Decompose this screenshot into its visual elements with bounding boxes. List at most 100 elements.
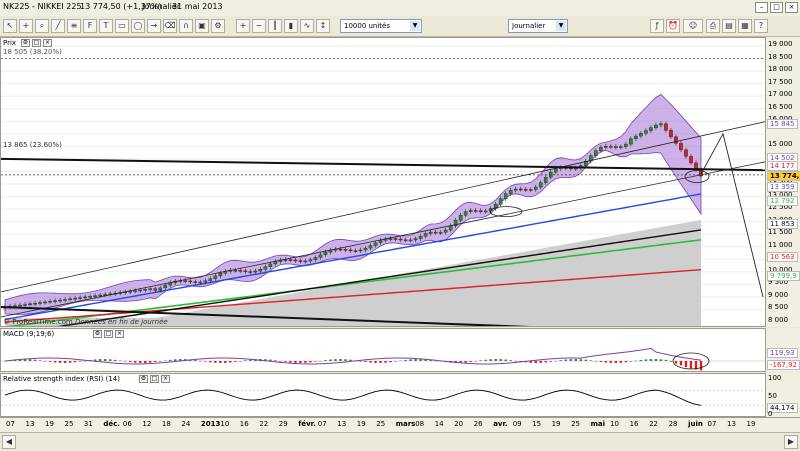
date-tick-label: 10 bbox=[220, 420, 229, 428]
panel-maximize-button[interactable]: □ bbox=[150, 375, 159, 383]
candle-body bbox=[339, 249, 342, 250]
save-button[interactable]: ▤ bbox=[722, 19, 736, 33]
macd-histogram-bar bbox=[685, 361, 687, 367]
cursor-tool-button[interactable]: ↖ bbox=[3, 19, 17, 33]
macd-histogram-bar bbox=[675, 361, 677, 364]
indicators-button[interactable]: ƒ bbox=[650, 19, 664, 33]
macd-histogram-bar bbox=[124, 361, 126, 362]
trendline-tool-button[interactable]: ╱ bbox=[51, 19, 65, 33]
ellipse-tool-button[interactable]: ◯ bbox=[131, 19, 145, 33]
candle-body bbox=[619, 147, 622, 148]
macd-histogram-bar bbox=[540, 361, 542, 363]
macd-histogram-bar bbox=[495, 359, 497, 361]
macd-histogram-bar bbox=[279, 361, 281, 362]
panel-close-button[interactable]: × bbox=[161, 375, 170, 383]
chart-scrollbar[interactable]: ◀ ▶ bbox=[0, 432, 800, 451]
maximize-button[interactable]: □ bbox=[770, 2, 783, 13]
candle-body bbox=[319, 255, 322, 258]
candle-body bbox=[479, 211, 482, 212]
rectangle-tool-button[interactable]: ▭ bbox=[115, 19, 129, 33]
layout-button[interactable]: ▦ bbox=[738, 19, 752, 33]
macd-histogram-bar bbox=[605, 361, 607, 363]
price-panel[interactable]: Prix ⚙ □ × 18 505 (38.20%) 13 865 (23.60… bbox=[0, 37, 766, 327]
rsi-panel[interactable]: Relative strength index (RSI) (14) ⚙ □ × bbox=[0, 373, 766, 417]
panel-maximize-button[interactable]: □ bbox=[104, 330, 113, 338]
channel-tool-button[interactable]: ≡ bbox=[67, 19, 81, 33]
panel-maximize-button[interactable]: □ bbox=[32, 39, 41, 47]
source-note: Données en fin de journée bbox=[75, 318, 168, 326]
close-button[interactable]: × bbox=[785, 2, 798, 13]
candle-body bbox=[669, 130, 672, 137]
date-tick-label: 09 bbox=[513, 420, 522, 428]
date-tick-label: 12 bbox=[142, 420, 151, 428]
minimize-button[interactable]: – bbox=[755, 2, 768, 13]
panel-settings-button[interactable]: ⚙ bbox=[139, 375, 148, 383]
candle-style-button[interactable]: ▮ bbox=[284, 19, 298, 33]
magnet-tool-button[interactable]: ∩ bbox=[179, 19, 193, 33]
candle-body bbox=[379, 240, 382, 242]
panel-close-button[interactable]: × bbox=[115, 330, 124, 338]
date-tick-label: déc. bbox=[103, 420, 120, 428]
candle-body bbox=[689, 156, 692, 163]
trader-icon[interactable]: ☺ bbox=[683, 19, 703, 33]
lock-tool-button[interactable]: ▣ bbox=[195, 19, 209, 33]
date-tick-label: 10 bbox=[610, 420, 619, 428]
date-tick-label: mars bbox=[396, 420, 416, 428]
help-button[interactable]: ? bbox=[754, 19, 768, 33]
candle-body bbox=[659, 124, 662, 125]
date-tick-label: 19 bbox=[45, 420, 54, 428]
rsi-line bbox=[5, 390, 701, 405]
candle-body bbox=[554, 169, 557, 172]
settings-tool-button[interactable]: ⚙ bbox=[211, 19, 225, 33]
price-chart[interactable] bbox=[1, 38, 766, 327]
bar-style-button[interactable]: ┃ bbox=[268, 19, 282, 33]
macd-histogram-bar bbox=[144, 361, 146, 363]
panel-settings-button[interactable]: ⚙ bbox=[93, 330, 102, 338]
macd-panel[interactable]: MACD (9;19;6) ⚙ □ × bbox=[0, 328, 766, 372]
candle-body bbox=[244, 271, 247, 272]
text-tool-button[interactable]: T bbox=[99, 19, 113, 33]
macd-histogram-bar bbox=[515, 361, 517, 362]
macd-histogram-bar bbox=[630, 361, 632, 362]
scale-button[interactable]: ↕ bbox=[316, 19, 330, 33]
macd-histogram-bar bbox=[570, 359, 572, 361]
date-tick-label: 25 bbox=[571, 420, 580, 428]
macd-histogram-bar bbox=[54, 361, 56, 363]
alerts-button[interactable]: ⏰ bbox=[666, 19, 680, 33]
scroll-right-button[interactable]: ▶ bbox=[784, 435, 798, 449]
panel-close-button[interactable]: × bbox=[43, 39, 52, 47]
period-select[interactable]: Journalier ▼ bbox=[508, 19, 568, 33]
units-select[interactable]: 10000 unités ▼ bbox=[340, 19, 422, 33]
rsi-panel-label: Relative strength index (RSI) (14) bbox=[3, 375, 120, 383]
zoom-out-button[interactable]: − bbox=[252, 19, 266, 33]
price-badge: 9 799,9 bbox=[767, 271, 800, 281]
price-tick-label: 8 000 bbox=[768, 316, 788, 324]
rsi-axis: 44,174 100500 bbox=[766, 373, 800, 417]
fibonacci-tool-button[interactable]: F bbox=[83, 19, 97, 33]
candle-body bbox=[94, 296, 97, 297]
print-button[interactable]: ⎙ bbox=[706, 19, 720, 33]
line-style-button[interactable]: ∿ bbox=[300, 19, 314, 33]
price-tick-label: 18 500 bbox=[768, 53, 793, 61]
candle-body bbox=[609, 146, 612, 147]
period-select-value: Journalier bbox=[512, 22, 545, 30]
macd-histogram-bar bbox=[79, 361, 81, 362]
scroll-left-button[interactable]: ◀ bbox=[2, 435, 16, 449]
candle-body bbox=[48, 301, 51, 302]
arrow-tool-button[interactable]: → bbox=[147, 19, 161, 33]
macd-histogram-bar bbox=[299, 361, 301, 363]
zoom-in-button[interactable]: + bbox=[236, 19, 250, 33]
eraser-tool-button[interactable]: ⌫ bbox=[163, 19, 177, 33]
date-tick-label: 2013 bbox=[201, 420, 220, 428]
panel-settings-button[interactable]: ⚙ bbox=[21, 39, 30, 47]
crosshair-tool-button[interactable]: + bbox=[19, 19, 33, 33]
candle-body bbox=[159, 288, 162, 291]
macd-histogram-bar bbox=[309, 361, 311, 362]
candle-body bbox=[84, 297, 87, 298]
date-tick-label: 15 bbox=[532, 420, 541, 428]
date-tick-label: 31 bbox=[84, 420, 93, 428]
macd-histogram-bar bbox=[59, 361, 61, 363]
price-tick-label: 16 500 bbox=[768, 103, 793, 111]
date-tick-label: avr. bbox=[493, 420, 507, 428]
zoom-tool-button[interactable]: ⌕ bbox=[35, 19, 49, 33]
